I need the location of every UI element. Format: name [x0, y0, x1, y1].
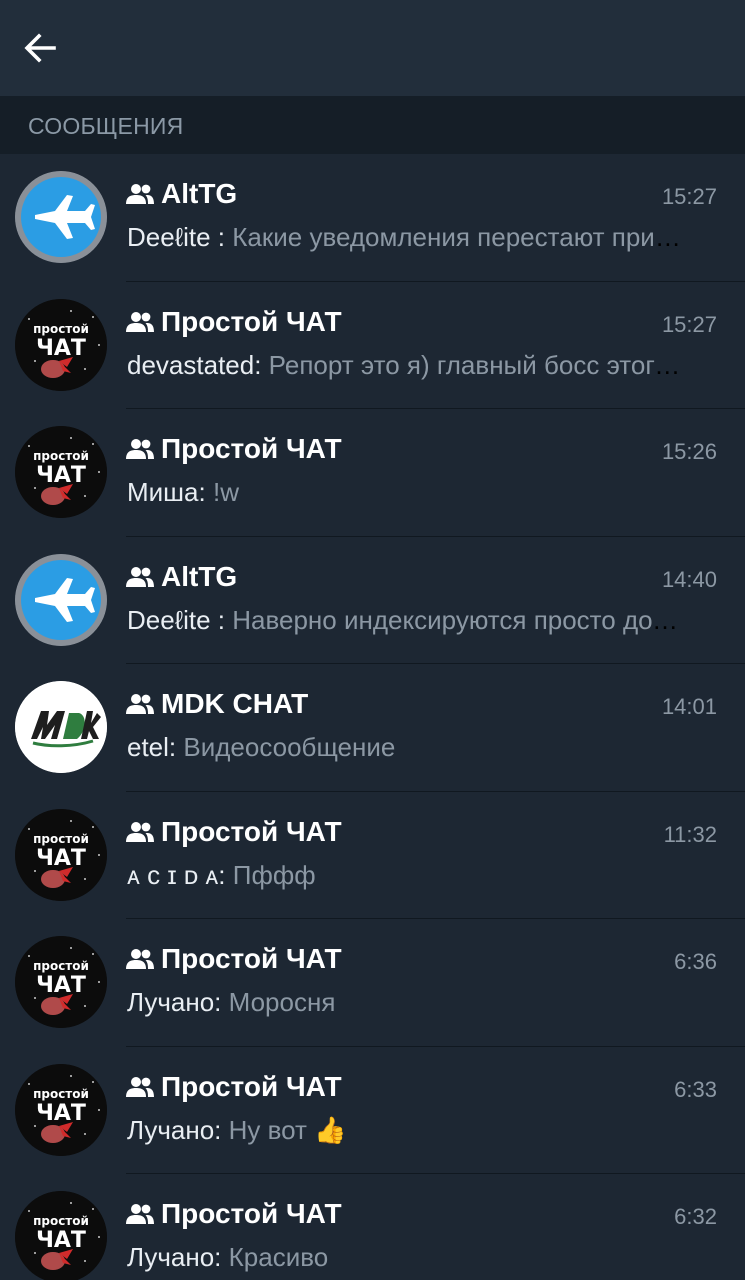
avatar[interactable]: простой ЧАТ — [15, 1063, 107, 1156]
chat-title-line: Простой ЧАТ — [126, 304, 342, 340]
message-preview: Deeℓite : Наверно индексируются просто д… — [127, 605, 687, 636]
sender-name: Deeℓite : — [127, 604, 226, 635]
group-icon — [126, 1076, 154, 1098]
chat-row[interactable]: AltTG 14:40 Deeℓite : Наверно индексируютс… — [0, 537, 745, 664]
message-text: Наверно индексируются просто долго — [232, 604, 687, 635]
sender-name: Лучано: — [127, 1114, 222, 1145]
chat-row[interactable]: простой ЧАТ Простой ЧАТ 11:32 ᴀ ᴄ ɪ ᴅ ᴀ: Пфф… — [0, 792, 745, 919]
message-preview: Лучано: Красиво — [127, 1242, 687, 1273]
sender-name: Deeℓite : — [127, 222, 226, 252]
chat-title-line: Простой ЧАТ — [126, 1196, 342, 1232]
message-time: 15:27 — [661, 184, 717, 209]
message-text: Какие уведомления перестают приходить? — [232, 222, 687, 252]
chat-title: Простой ЧАТ — [161, 433, 342, 464]
group-icon — [126, 183, 154, 205]
group-icon — [126, 948, 154, 970]
group-icon — [126, 821, 154, 843]
sender-name: devastated: — [127, 349, 262, 380]
message-preview: Deeℓite : Какие уведомления перестают пр… — [127, 222, 687, 253]
chat-title: Простой ЧАТ — [161, 1198, 342, 1229]
message-time: 15:27 — [661, 311, 717, 337]
chat-row[interactable]: простой ЧАТ Простой ЧАТ 6:32 Лучано: Красиво — [0, 1174, 745, 1280]
svg-text:ЧАТ: ЧАТ — [36, 1228, 86, 1253]
chat-row[interactable]: простой ЧАТ Простой ЧАТ 6:36 Лучано: Моросня — [0, 919, 745, 1047]
avatar[interactable]: простой ЧАТ — [15, 426, 107, 518]
avatar[interactable]: простой ЧАТ — [15, 936, 107, 1028]
message-preview: Миша: !w — [127, 477, 687, 508]
svg-text:ЧАТ: ЧАТ — [36, 846, 86, 871]
toolbar — [0, 0, 745, 96]
message-text: Пффф — [232, 859, 316, 890]
group-icon — [126, 438, 154, 460]
message-preview: Лучано: Ну вот 👍 — [127, 1115, 687, 1146]
svg-text:ЧАТ: ЧАТ — [36, 973, 86, 998]
group-icon — [126, 566, 154, 588]
chat-row[interactable]: простой ЧАТ Простой ЧАТ 15:26 Миша: !w — [0, 409, 745, 537]
group-icon — [126, 311, 154, 333]
message-text: Моросня — [228, 987, 336, 1017]
message-text: Репорт это я) главный босс этого чата — [268, 349, 687, 380]
sender-name: etel: — [127, 732, 177, 762]
svg-text:простой: простой — [33, 1087, 89, 1101]
sender-name: Миша: — [127, 477, 206, 507]
message-text: Видеосообщение — [183, 732, 396, 762]
message-text: !w — [212, 477, 239, 507]
chat-row[interactable]: простой ЧАТ Простой ЧАТ 15:27 devastated: Ре… — [0, 282, 745, 409]
chat-title: MDK CHAT — [161, 688, 309, 719]
chat-title-line: Простой ЧАТ — [126, 814, 342, 850]
chat-title: Простой ЧАТ — [161, 305, 342, 337]
group-icon — [126, 693, 154, 715]
chat-title-line: MDK CHAT — [126, 686, 308, 722]
message-preview: ᴀ ᴄ ɪ ᴅ ᴀ: Пффф — [127, 860, 687, 891]
chat-row[interactable]: AltTG 15:27 Deeℓite : Какие уведомления пе… — [0, 154, 745, 282]
sender-name: ᴀ ᴄ ɪ ᴅ ᴀ: — [127, 859, 226, 890]
avatar[interactable]: простой ЧАТ — [15, 1191, 107, 1280]
message-time: 15:26 — [661, 439, 717, 464]
chat-title: Простой ЧАТ — [161, 943, 342, 974]
sender-name: Лучано: — [127, 1242, 222, 1272]
svg-text:простой: простой — [33, 322, 89, 336]
message-text: Ну вот 👍 — [228, 1114, 347, 1145]
avatar[interactable]: простой ЧАТ — [15, 808, 107, 901]
message-time: 11:32 — [663, 821, 717, 847]
chat-title-line: AltTG — [126, 176, 237, 212]
svg-text:простой: простой — [33, 959, 89, 973]
message-time: 6:32 — [674, 1204, 717, 1229]
chat-row[interactable]: MDK CHAT 14:01 etel: Видеосообщение — [0, 664, 745, 792]
avatar[interactable] — [15, 553, 107, 646]
svg-text:ЧАТ: ЧАТ — [36, 336, 86, 361]
message-preview: Лучано: Моросня — [127, 987, 687, 1018]
chat-title-line: Простой ЧАТ — [126, 431, 342, 467]
svg-text:простой: простой — [33, 1214, 89, 1228]
svg-text:простой: простой — [33, 449, 89, 463]
message-time: 6:33 — [674, 1076, 717, 1102]
chat-title-line: AltTG — [126, 559, 237, 595]
chat-row[interactable]: простой ЧАТ Простой ЧАТ 6:33 Лучано: Ну вот … — [0, 1047, 745, 1174]
message-time: 6:36 — [674, 949, 717, 974]
sender-name: Лучано: — [127, 987, 222, 1017]
message-time: 14:40 — [661, 566, 717, 592]
chat-title: Простой ЧАТ — [161, 1070, 342, 1102]
search-results-list[interactable]: AltTG 15:27 Deeℓite : Какие уведомления пе… — [0, 154, 745, 1280]
svg-text:ЧАТ: ЧАТ — [36, 463, 86, 488]
chat-title-line: Простой ЧАТ — [126, 1069, 342, 1105]
avatar[interactable]: простой ЧАТ — [15, 298, 107, 391]
back-button[interactable] — [16, 24, 64, 72]
group-icon — [126, 1203, 154, 1225]
message-preview: etel: Видеосообщение — [127, 732, 687, 763]
svg-text:простой: простой — [33, 832, 89, 846]
message-time: 14:01 — [661, 694, 717, 719]
section-header: СООБЩЕНИЯ — [0, 96, 745, 154]
message-preview: devastated: Репорт это я) главный босс э… — [127, 350, 687, 381]
chat-title: AltTG — [161, 560, 238, 592]
arrow-left-icon — [24, 33, 56, 63]
avatar[interactable] — [15, 171, 107, 263]
svg-text:ЧАТ: ЧАТ — [36, 1101, 86, 1126]
message-text: Красиво — [228, 1242, 329, 1272]
chat-title-line: Простой ЧАТ — [126, 941, 342, 977]
chat-title: Простой ЧАТ — [161, 815, 342, 847]
avatar[interactable] — [15, 681, 107, 773]
chat-title: AltTG — [161, 178, 238, 209]
